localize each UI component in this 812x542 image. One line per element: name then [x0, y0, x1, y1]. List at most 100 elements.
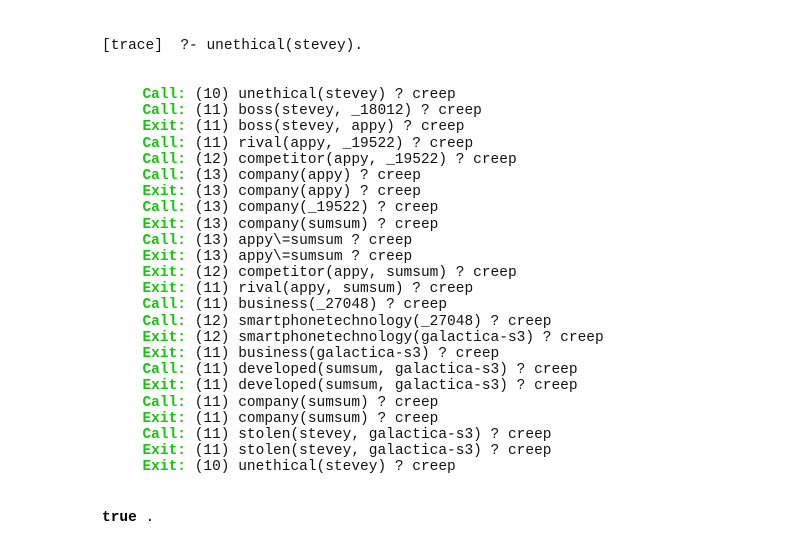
- trace-line: Exit: (11) business(galactica-s3) ? cree…: [102, 346, 604, 362]
- trace-depth: (13): [194, 248, 230, 265]
- trace-depth: (11): [194, 378, 230, 395]
- trace-port: Call:: [142, 167, 186, 184]
- trace-depth: (13): [194, 184, 230, 201]
- trace-line: Call: (11) company(sumsum) ? creep: [102, 395, 604, 411]
- trace-port: Call:: [142, 297, 186, 314]
- trace-depth: (11): [194, 297, 230, 314]
- trace-depth: (11): [194, 362, 230, 379]
- trace-port: Call:: [142, 135, 186, 152]
- trace-goal: stolen(stevey, galactica-s3) ? creep: [238, 426, 552, 443]
- trace-depth: (13): [194, 216, 230, 233]
- trace-line: Exit: (11) company(sumsum) ? creep: [102, 411, 604, 427]
- result-line: true .: [102, 510, 604, 526]
- trace-port: Call:: [142, 87, 186, 103]
- trace-goal: company(appy) ? creep: [238, 184, 421, 201]
- trace-port: Exit:: [142, 281, 186, 298]
- trace-line: Exit: (13) appy\=sumsum ? creep: [102, 249, 604, 265]
- trace-line: Call: (13) company(_19522) ? creep: [102, 200, 604, 216]
- trace-port: Call:: [142, 394, 186, 411]
- trace-goal: rival(appy, _19522) ? creep: [238, 135, 474, 152]
- trace-port: Call:: [142, 200, 186, 217]
- trace-port: Exit:: [142, 459, 186, 476]
- trace-line: Call: (11) boss(stevey, _18012) ? creep: [102, 103, 604, 119]
- trace-depth: (11): [194, 135, 230, 152]
- trace-line: Exit: (11) boss(stevey, appy) ? creep: [102, 119, 604, 135]
- trace-goal: company(sumsum) ? creep: [238, 216, 439, 233]
- trace-port: Exit:: [142, 378, 186, 395]
- trace-goal: company(appy) ? creep: [238, 167, 421, 184]
- trace-goal: rival(appy, sumsum) ? creep: [238, 281, 474, 298]
- trace-port: Call:: [142, 362, 186, 379]
- trace-goal: appy\=sumsum ? creep: [238, 248, 413, 265]
- trace-depth: (10): [194, 87, 230, 103]
- trace-line: Exit: (12) smartphonetechnology(galactic…: [102, 329, 604, 346]
- trace-line: Exit: (13) company(sumsum) ? creep: [102, 217, 604, 233]
- trace-depth: (12): [194, 151, 230, 168]
- trace-depth: (11): [194, 281, 230, 298]
- trace-goal: stolen(stevey, galactica-s3) ? creep: [238, 443, 552, 460]
- trace-goal: company(sumsum) ? creep: [238, 394, 439, 411]
- prompt-label: [trace]: [102, 38, 163, 55]
- trace-depth: (11): [194, 394, 230, 411]
- trace-line: Exit: (11) rival(appy, sumsum) ? creep: [102, 281, 604, 297]
- trace-line: Call: (12) competitor(appy, _19522) ? cr…: [102, 152, 604, 168]
- trace-goal: smartphonetechnology(galactica-s3) ? cre…: [238, 329, 604, 346]
- trace-line: Call: (11) stolen(stevey, galactica-s3) …: [102, 427, 604, 443]
- trace-line: Call: (11) rival(appy, _19522) ? creep: [102, 136, 604, 152]
- trace-depth: (12): [194, 313, 230, 330]
- trace-line: Exit: (13) company(appy) ? creep: [102, 184, 604, 200]
- trace-goal: boss(stevey, appy) ? creep: [238, 119, 465, 136]
- trace-depth: (11): [194, 346, 230, 362]
- trace-depth: (11): [194, 426, 230, 443]
- trace-goal: competitor(appy, sumsum) ? creep: [238, 265, 517, 282]
- trace-goal: company(_19522) ? creep: [238, 200, 439, 217]
- trace-depth: (12): [194, 265, 230, 282]
- trace-goal: developed(sumsum, galactica-s3) ? creep: [238, 378, 578, 395]
- trace-port: Exit:: [142, 329, 186, 346]
- trace-goal: business(_27048) ? creep: [238, 297, 448, 314]
- trace-goal: appy\=sumsum ? creep: [238, 232, 413, 249]
- trace-goal: competitor(appy, _19522) ? creep: [238, 151, 517, 168]
- result-value: true: [102, 509, 137, 526]
- trace-port: Exit:: [142, 184, 186, 201]
- trace-port: Call:: [142, 103, 186, 120]
- query-goal: unethical(stevey).: [206, 38, 364, 55]
- trace-port: Exit:: [142, 119, 186, 136]
- trace-port: Exit:: [142, 216, 186, 233]
- trace-depth: (10): [194, 459, 230, 476]
- trace-port: Exit:: [142, 410, 186, 427]
- trace-line: Call: (10) unethical(stevey) ? creep: [102, 87, 604, 103]
- trace-depth: (11): [194, 443, 230, 460]
- trace-port: Exit:: [142, 346, 186, 362]
- trace-line: Call: (12) smartphonetechnology(_27048) …: [102, 314, 604, 330]
- trace-depth: (13): [194, 200, 230, 217]
- trace-line: Exit: (12) competitor(appy, sumsum) ? cr…: [102, 265, 604, 281]
- trace-goal: unethical(stevey) ? creep: [238, 459, 456, 476]
- trace-depth: (11): [194, 119, 230, 136]
- trace-port: Exit:: [142, 248, 186, 265]
- trace-line: Call: (13) appy\=sumsum ? creep: [102, 233, 604, 249]
- trace-depth: (12): [194, 329, 230, 346]
- prompt-symbol: ?-: [180, 38, 198, 55]
- trace-goal: company(sumsum) ? creep: [238, 410, 439, 427]
- result-terminator: .: [145, 509, 155, 526]
- trace-line: Call: (13) company(appy) ? creep: [102, 168, 604, 184]
- trace-goal: smartphonetechnology(_27048) ? creep: [238, 313, 552, 330]
- trace-depth: (11): [194, 410, 230, 427]
- trace-line: Exit: (11) developed(sumsum, galactica-s…: [102, 378, 604, 394]
- trace-depth: (13): [194, 232, 230, 249]
- trace-goal: boss(stevey, _18012) ? creep: [238, 103, 482, 120]
- query-line: [trace] ?- unethical(stevey).: [102, 38, 604, 54]
- trace-line: Call: (11) developed(sumsum, galactica-s…: [102, 362, 604, 378]
- trace-port: Call:: [142, 151, 186, 168]
- trace-goal: unethical(stevey) ? creep: [238, 87, 456, 103]
- trace-port: Call:: [142, 232, 186, 249]
- trace-port: Exit:: [142, 443, 186, 460]
- trace-line: Exit: (11) stolen(stevey, galactica-s3) …: [102, 443, 604, 459]
- trace-port: Exit:: [142, 265, 186, 282]
- trace-port: Call:: [142, 313, 186, 330]
- trace-lines: Call: (10) unethical(stevey) ? creep Call…: [102, 87, 604, 476]
- trace-goal: developed(sumsum, galactica-s3) ? creep: [238, 362, 578, 379]
- trace-console: [trace] ?- unethical(stevey). Call: (10)…: [102, 6, 604, 542]
- trace-port: Call:: [142, 426, 186, 443]
